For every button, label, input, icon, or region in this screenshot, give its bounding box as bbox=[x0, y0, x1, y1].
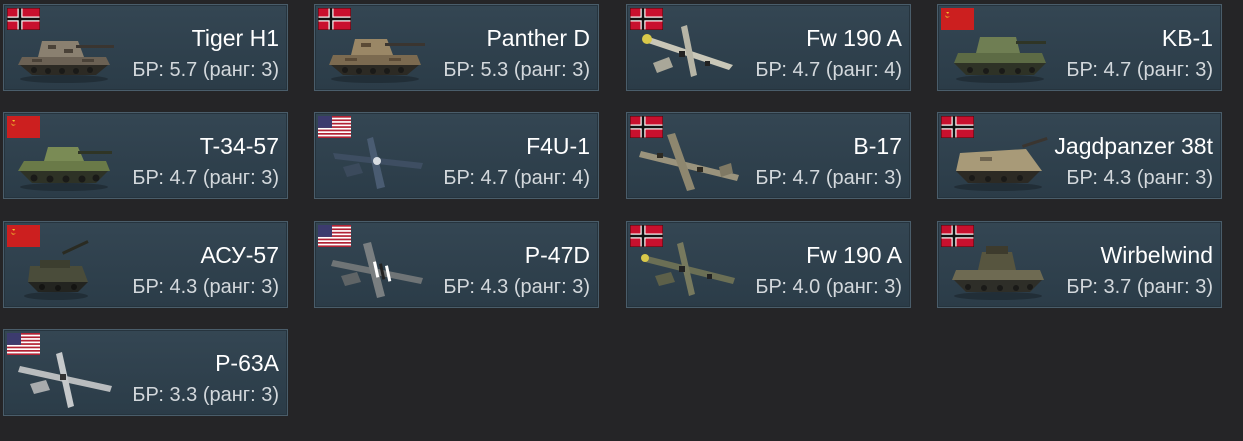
vehicle-card-p-63a[interactable]: P-63A БР: 3.3 (ранг: 3) bbox=[3, 329, 288, 416]
vehicle-name: Wirbelwind bbox=[1100, 242, 1213, 268]
germany-flag-icon bbox=[318, 8, 351, 30]
vehicle-name: Jagdpanzer 38t bbox=[1054, 133, 1213, 159]
vehicle-name: Fw 190 A bbox=[806, 25, 902, 51]
vehicle-card-p-47d[interactable]: P-47D БР: 4.3 (ранг: 3) bbox=[314, 221, 599, 308]
vehicle-name: B-17 bbox=[853, 133, 902, 159]
vehicle-card-jagdpanzer-38t[interactable]: Jagdpanzer 38t БР: 4.3 (ранг: 3) bbox=[937, 112, 1222, 199]
battle-rating: БР: 4.3 (ранг: 3) bbox=[443, 276, 590, 298]
vehicle-card-b-17[interactable]: B-17 БР: 4.7 (ранг: 3) bbox=[626, 112, 911, 199]
vehicle-name: P-63A bbox=[215, 350, 279, 376]
usa-flag-icon bbox=[318, 225, 351, 247]
germany-flag-icon bbox=[941, 116, 974, 138]
battle-rating: БР: 4.3 (ранг: 3) bbox=[132, 276, 279, 298]
vehicle-card-kb-1[interactable]: KB-1 БР: 4.7 (ранг: 3) bbox=[937, 4, 1222, 91]
vehicle-card-f4u-1[interactable]: F4U-1 БР: 4.7 (ранг: 4) bbox=[314, 112, 599, 199]
battle-rating: БР: 4.7 (ранг: 4) bbox=[443, 167, 590, 189]
germany-flag-icon bbox=[630, 8, 663, 30]
vehicle-card-fw-190-a[interactable]: Fw 190 A БР: 4.7 (ранг: 4) bbox=[626, 4, 911, 91]
ussr-flag-icon bbox=[941, 8, 974, 30]
vehicle-card-wirbelwind[interactable]: Wirbelwind БР: 3.7 (ранг: 3) bbox=[937, 221, 1222, 308]
vehicle-name: Panther D bbox=[486, 25, 590, 51]
battle-rating: БР: 5.7 (ранг: 3) bbox=[132, 59, 279, 81]
vehicle-name: АСУ-57 bbox=[200, 242, 279, 268]
ussr-flag-icon bbox=[7, 225, 40, 247]
vehicle-name: Fw 190 A bbox=[806, 242, 902, 268]
vehicle-card-tiger-h1[interactable]: Tiger H1 БР: 5.7 (ранг: 3) bbox=[3, 4, 288, 91]
vehicle-grid: Tiger H1 БР: 5.7 (ранг: 3) Panther D БР:… bbox=[0, 0, 1243, 441]
vehicle-name: Tiger H1 bbox=[191, 25, 279, 51]
germany-flag-icon bbox=[941, 225, 974, 247]
vehicle-name: T-34-57 bbox=[199, 133, 279, 159]
battle-rating: БР: 4.7 (ранг: 3) bbox=[755, 167, 902, 189]
germany-flag-icon bbox=[630, 225, 663, 247]
germany-flag-icon bbox=[7, 8, 40, 30]
vehicle-card-fw-190-a-2[interactable]: Fw 190 A БР: 4.0 (ранг: 3) bbox=[626, 221, 911, 308]
battle-rating: БР: 4.7 (ранг: 3) bbox=[1066, 59, 1213, 81]
battle-rating: БР: 5.3 (ранг: 3) bbox=[443, 59, 590, 81]
battle-rating: БР: 4.3 (ранг: 3) bbox=[1066, 167, 1213, 189]
vehicle-name: F4U-1 bbox=[526, 133, 590, 159]
battle-rating: БР: 4.7 (ранг: 4) bbox=[755, 59, 902, 81]
vehicle-name: KB-1 bbox=[1161, 25, 1213, 51]
usa-flag-icon bbox=[7, 333, 40, 355]
battle-rating: БР: 4.7 (ранг: 3) bbox=[132, 167, 279, 189]
ussr-flag-icon bbox=[7, 116, 40, 138]
battle-rating: БР: 3.3 (ранг: 3) bbox=[132, 384, 279, 406]
battle-rating: БР: 3.7 (ранг: 3) bbox=[1066, 276, 1213, 298]
battle-rating: БР: 4.0 (ранг: 3) bbox=[755, 276, 902, 298]
vehicle-card-t-34-57[interactable]: T-34-57 БР: 4.7 (ранг: 3) bbox=[3, 112, 288, 199]
germany-flag-icon bbox=[630, 116, 663, 138]
vehicle-card-panther-d[interactable]: Panther D БР: 5.3 (ранг: 3) bbox=[314, 4, 599, 91]
vehicle-name: P-47D bbox=[524, 242, 590, 268]
usa-flag-icon bbox=[318, 116, 351, 138]
vehicle-card-asu-57[interactable]: АСУ-57 БР: 4.3 (ранг: 3) bbox=[3, 221, 288, 308]
